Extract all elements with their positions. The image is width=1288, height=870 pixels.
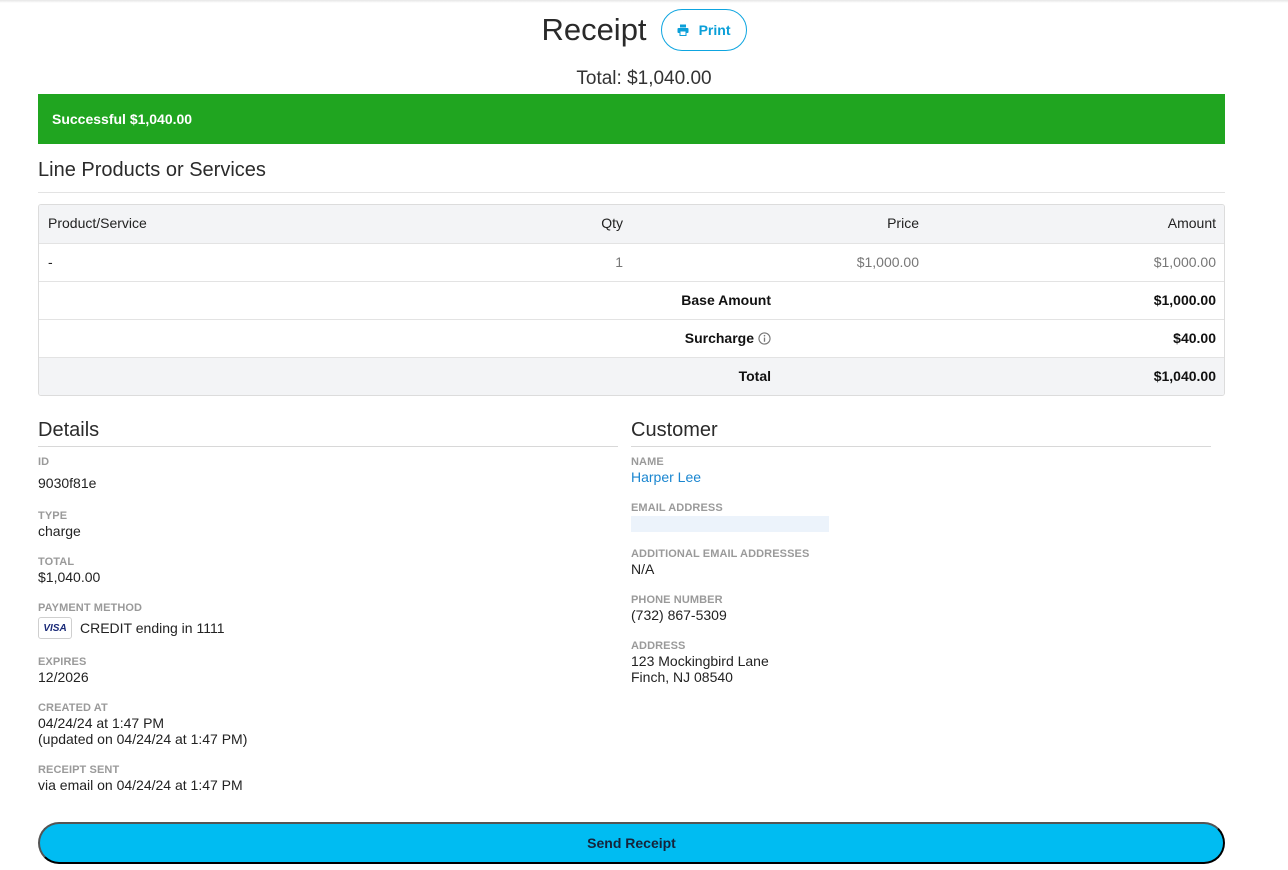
price-cell: $1,000.00 xyxy=(856,254,919,270)
customer-name: NAME Harper Lee xyxy=(631,455,701,485)
send-receipt-button[interactable]: Send Receipt xyxy=(38,822,1225,864)
customer-title: Customer xyxy=(631,419,1211,447)
detail-label: TYPE xyxy=(38,510,68,522)
detail-label: EXPIRES xyxy=(38,656,87,668)
surcharge-label: Surcharge xyxy=(684,330,754,346)
customer-value: N/A xyxy=(631,561,655,577)
customer-phone: PHONE NUMBER (732) 867-5309 xyxy=(631,593,727,623)
detail-value: charge xyxy=(38,523,81,539)
detail-value: via email on 04/24/24 at 1:47 PM xyxy=(38,777,243,793)
receipt-total: Total: $1,040.00 xyxy=(576,68,712,89)
table-header-row: Product/Service Qty Price Amount xyxy=(39,205,1224,243)
detail-value: 12/2026 xyxy=(38,669,89,685)
table-row: - 1 $1,000.00 $1,000.00 xyxy=(39,243,1224,281)
info-icon[interactable] xyxy=(758,332,771,345)
top-shadow xyxy=(0,0,1288,3)
column-header-qty: Qty xyxy=(601,215,623,231)
customer-name-link[interactable]: Harper Lee xyxy=(631,469,701,485)
line-items-table: Product/Service Qty Price Amount - 1 $1,… xyxy=(38,204,1225,396)
detail-value: $1,040.00 xyxy=(38,569,101,585)
detail-id: ID 9030f81e xyxy=(38,455,96,491)
surcharge-value: $40.00 xyxy=(1173,330,1216,346)
detail-value: CREDIT ending in 1111 xyxy=(80,620,225,636)
detail-expires: EXPIRES 12/2026 xyxy=(38,655,89,685)
customer-additional-emails: ADDITIONAL EMAIL ADDRESSES N/A xyxy=(631,547,809,577)
details-section: Details ID 9030f81e TYPE charge TOTAL $1… xyxy=(38,419,618,793)
customer-label: NAME xyxy=(631,456,664,468)
detail-value: 04/24/24 at 1:47 PM xyxy=(38,715,165,731)
column-header-price: Price xyxy=(887,215,919,231)
product-cell: - xyxy=(48,254,53,270)
detail-label: TOTAL xyxy=(38,556,75,568)
total-value: $1,040.00 xyxy=(1153,368,1216,384)
page-header: Receipt Print xyxy=(0,8,1288,52)
base-amount-row: Base Amount $1,000.00 xyxy=(39,281,1224,319)
detail-receipt-sent: RECEIPT SENT via email on 04/24/24 at 1:… xyxy=(38,763,243,793)
detail-total: TOTAL $1,040.00 xyxy=(38,555,100,585)
printer-icon xyxy=(677,24,689,36)
base-amount-label: Base Amount xyxy=(681,292,771,308)
total-row: Total $1,040.00 xyxy=(39,357,1224,395)
details-title: Details xyxy=(38,419,618,447)
amount-cell: $1,000.00 xyxy=(1153,254,1216,270)
customer-label: EMAIL ADDRESS xyxy=(631,502,723,514)
send-receipt-label: Send Receipt xyxy=(587,835,676,851)
customer-address: ADDRESS 123 Mockingbird Lane Finch, NJ 0… xyxy=(631,639,769,685)
customer-label: ADDRESS xyxy=(631,640,686,652)
surcharge-label-group: Surcharge xyxy=(685,320,771,357)
detail-updated-value: (updated on 04/24/24 at 1:47 PM) xyxy=(38,731,248,747)
customer-label: ADDITIONAL EMAIL ADDRESSES xyxy=(631,548,810,560)
email-value-redacted xyxy=(631,516,829,532)
detail-label: ID xyxy=(38,456,50,468)
column-header-product: Product/Service xyxy=(48,215,147,231)
status-banner: Successful $1,040.00 xyxy=(38,94,1225,144)
detail-label: PAYMENT METHOD xyxy=(38,602,143,614)
print-button-label: Print xyxy=(698,22,731,38)
address-line-1: 123 Mockingbird Lane xyxy=(631,653,769,669)
qty-cell: 1 xyxy=(615,254,623,270)
customer-value: (732) 867-5309 xyxy=(631,607,727,623)
line-items-title: Line Products or Services xyxy=(38,159,266,181)
total-label: Total xyxy=(738,368,771,384)
detail-payment-method: PAYMENT METHOD VISA CREDIT ending in 111… xyxy=(38,601,225,639)
status-text: Successful $1,040.00 xyxy=(52,111,193,127)
address-line-2: Finch, NJ 08540 xyxy=(631,669,733,685)
detail-label: CREATED AT xyxy=(38,702,108,714)
visa-card-icon: VISA xyxy=(38,617,72,639)
customer-email: EMAIL ADDRESS xyxy=(631,501,829,532)
surcharge-row: Surcharge $40.00 xyxy=(39,319,1224,357)
detail-label: RECEIPT SENT xyxy=(38,764,120,776)
detail-type: TYPE charge xyxy=(38,509,81,539)
customer-section: Customer NAME Harper Lee EMAIL ADDRESS A… xyxy=(631,419,1211,685)
divider xyxy=(38,192,1225,193)
detail-value: 9030f81e xyxy=(38,475,97,491)
detail-created-at: CREATED AT 04/24/24 at 1:47 PM (updated … xyxy=(38,701,247,747)
page-title: Receipt xyxy=(541,12,647,47)
base-amount-value: $1,000.00 xyxy=(1153,292,1216,308)
column-header-amount: Amount xyxy=(1167,215,1216,231)
print-button[interactable]: Print xyxy=(660,9,747,51)
customer-label: PHONE NUMBER xyxy=(631,594,723,606)
payment-method-row: VISA CREDIT ending in 1111 xyxy=(38,617,225,639)
